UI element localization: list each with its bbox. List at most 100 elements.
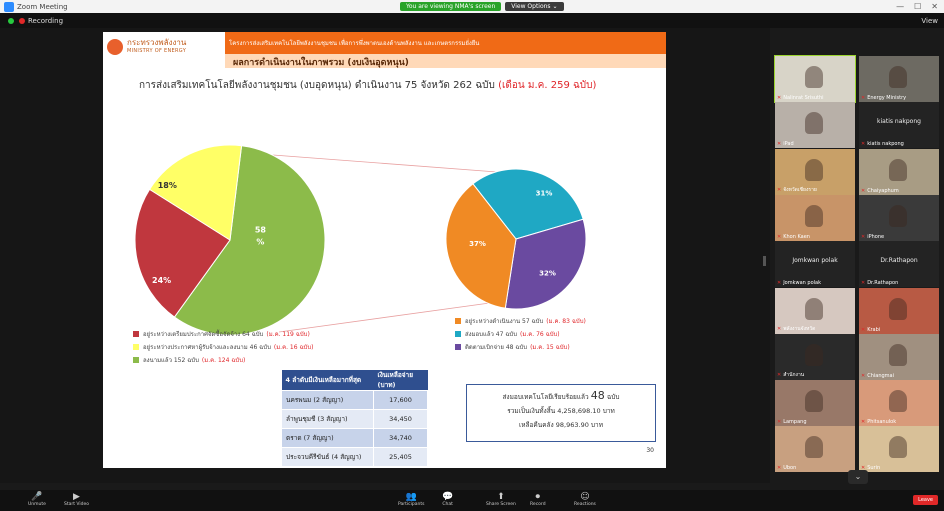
participants-icon: 👥 [405, 492, 417, 502]
participant-name-tag: ✕ iPhone [861, 234, 884, 240]
legend-note: (ม.ค. 119 ฉบับ) [266, 330, 310, 338]
start-video-button[interactable]: ▶ Start Video [64, 492, 89, 507]
reactions-button[interactable]: ☺ Reactions [574, 492, 596, 507]
participant-display-name: kiatis nakpong [877, 118, 921, 126]
participant-display-name: Dr.Rathapon [880, 257, 918, 265]
zoom-logo-icon [4, 1, 14, 12]
encryption-shield-icon[interactable] [8, 17, 14, 24]
participant-tile[interactable]: kiatis nakpong ✕ kiatis nakpong [859, 102, 939, 149]
participant-tile[interactable]: ✕ iPhone [859, 194, 939, 241]
toolbar-label: Participants [398, 502, 425, 507]
video-icon: ▶ [73, 492, 80, 502]
muted-mic-icon: ✕ [861, 187, 866, 194]
participant-name: Jomkwan polak [783, 280, 821, 287]
close-button[interactable]: ✕ [931, 2, 938, 11]
maximize-button[interactable]: ☐ [914, 2, 921, 11]
pie-charts: 58 %24%18%31%32%37% [134, 144, 587, 336]
chat-button[interactable]: 💬 Chat [442, 492, 453, 507]
participant-tile[interactable]: ✕ Lampang [775, 380, 855, 427]
view-options-button[interactable]: View Options ⌄ [505, 2, 564, 11]
participant-video-figure [805, 112, 823, 135]
participant-name: kiatis nakpong [867, 141, 904, 148]
legend-label: ลงนามแล้ว 152 ฉบับ [143, 356, 199, 364]
participant-tile[interactable]: ✕ สำนักงาน [775, 333, 855, 380]
participant-name-tag: ✕ iPad [777, 141, 794, 147]
legend-label: อยู่ระหว่างเตรียมประกาศจัดซื้อจัดจ้าง 64… [143, 330, 264, 338]
participant-gallery: ✕ Nalinrat Srisuthi ✕ Energy Ministry ✕ iPad k… [774, 55, 943, 474]
table-cell: นครพนม (2 สัญญา) [281, 390, 374, 410]
reactions-icon: ☺ [580, 492, 590, 502]
muted-mic-icon: ✕ [777, 325, 782, 332]
participant-tile[interactable]: ✕ Ubon [775, 426, 855, 473]
legend-swatch [455, 317, 461, 324]
muted-mic-icon: ✕ [777, 419, 782, 426]
pie-slice-label: 24% [152, 276, 171, 285]
participant-tile[interactable]: ✕ Chaiyaphum [859, 148, 939, 195]
window-titlebar: Zoom Meeting You are viewing NMA's scree… [0, 0, 944, 13]
record-icon: ⏺ [535, 492, 541, 502]
participant-video-figure [805, 204, 823, 227]
gallery-scroll-down-button[interactable]: ⌄ [848, 470, 868, 484]
table-header: 4 ลำดับมีเงินเหลือมากที่สุด [281, 370, 374, 391]
table-cell: ตราด (7 สัญญา) [281, 428, 374, 448]
participant-tile[interactable]: ✕ Surin [859, 426, 939, 473]
unmute-button[interactable]: 🎤 Unmute [28, 492, 46, 507]
legend-item: อยู่ระหว่างประกาศหาผู้รับจ้างและลงนาม 46… [133, 340, 314, 353]
legend-item: ลงนามแล้ว 152 ฉบับ (ม.ค. 124 ฉบับ) [133, 353, 314, 366]
participant-tile[interactable]: ✕ Nalinrat Srisuthi [774, 55, 856, 103]
record-button[interactable]: ⏺ Record [530, 492, 546, 507]
legend-item: ส่งมอบแล้ว 47 ฉบับ (ม.ค. 76 ฉบับ) [455, 327, 586, 340]
participant-video-figure [889, 297, 907, 320]
slide-page-number: 30 [646, 447, 654, 454]
panel-resize-handle[interactable] [763, 256, 766, 266]
participant-tile[interactable]: ✕ Khon Kaen [775, 194, 855, 241]
remaining-budget-table: 4 ลำดับมีเงินเหลือมากที่สุด เงินเหลือจ่า… [281, 370, 428, 467]
participants-button[interactable]: 👥 Participants [398, 492, 424, 507]
legend-swatch [133, 343, 139, 350]
view-menu[interactable]: View [921, 17, 938, 25]
table-row: ลำพูนชุมชี (3 สัญญา) 34,450 [281, 409, 428, 429]
participant-name: iPad [783, 141, 794, 148]
participant-tile[interactable]: ✕ Phitsanulok [859, 380, 939, 427]
participant-name-tag: ✕ Lampang [777, 419, 807, 425]
muted-mic-icon: ✕ [861, 141, 866, 148]
participant-name: Chaiyaphum [867, 187, 899, 194]
share-screen-button[interactable]: ⬆ Share Screen [486, 492, 516, 507]
participant-tile[interactable]: ✕ Energy Ministry [859, 56, 939, 102]
participant-name: Krabi [867, 326, 881, 333]
participant-display-name: Jomkwan polak [792, 257, 838, 265]
legend-note: (ม.ค. 15 ฉบับ) [530, 343, 570, 351]
participant-video-figure [805, 390, 823, 413]
participant-tile[interactable]: ✕ พลังงานจังหวัด [775, 287, 855, 334]
summary-line-2: รวมเป็นเงินทั้งสิ้น 4,258,698.10 บาท [507, 407, 615, 415]
participant-tile[interactable]: Dr.Rathapon ✕ Dr.Rathapon [859, 241, 939, 288]
muted-mic-icon: ✕ [861, 233, 866, 240]
muted-mic-icon: ✕ [777, 141, 782, 148]
participant-tile[interactable]: ✕ Chiangmai [859, 333, 939, 380]
table-cell: 17,600 [373, 390, 428, 410]
recording-label: Recording [28, 16, 64, 25]
participant-tile[interactable]: ✕ จังหวัดเชียงราย [775, 148, 855, 195]
table-cell: ลำพูนชุมชี (3 สัญญา) [281, 409, 374, 429]
table-cell: ประจวบคีรีขันธ์ (4 สัญญา) [281, 447, 374, 467]
minimize-button[interactable]: — [896, 2, 904, 11]
participant-tile[interactable]: ✕ iPad [775, 102, 855, 149]
viewing-screen-banner: You are viewing NMA's screen [400, 2, 502, 11]
participant-name: Energy Ministry [867, 95, 907, 101]
meeting-info-bar: Recording View [0, 13, 944, 28]
leave-button[interactable]: Leave [913, 495, 938, 505]
participant-name-tag: ✕ Phitsanulok [861, 419, 896, 425]
toolbar-label: Reactions [574, 502, 596, 507]
muted-mic-icon: ✕ [861, 326, 866, 333]
legend-item: อยู่ระหว่างเตรียมประกาศจัดซื้อจัดจ้าง 64… [133, 327, 314, 340]
legend-swatch [455, 330, 461, 337]
muted-mic-icon: ✕ [861, 95, 866, 101]
delivery-summary-box: ส่งมอบเทคโนโลยีเรียบร้อยแล้ว 48 ฉบับ รวม… [466, 384, 656, 442]
participant-tile[interactable]: ✕ Krabi [859, 287, 939, 334]
table-cell: 34,450 [373, 409, 428, 429]
participant-tile[interactable]: Jomkwan polak ✕ Jomkwan polak [775, 241, 855, 288]
participant-name: Khon Kaen [783, 233, 810, 240]
muted-mic-icon: ✕ [861, 419, 866, 426]
legend-label: อยู่ระหว่างประกาศหาผู้รับจ้างและลงนาม 46… [143, 343, 271, 351]
participant-video-figure [805, 297, 823, 320]
